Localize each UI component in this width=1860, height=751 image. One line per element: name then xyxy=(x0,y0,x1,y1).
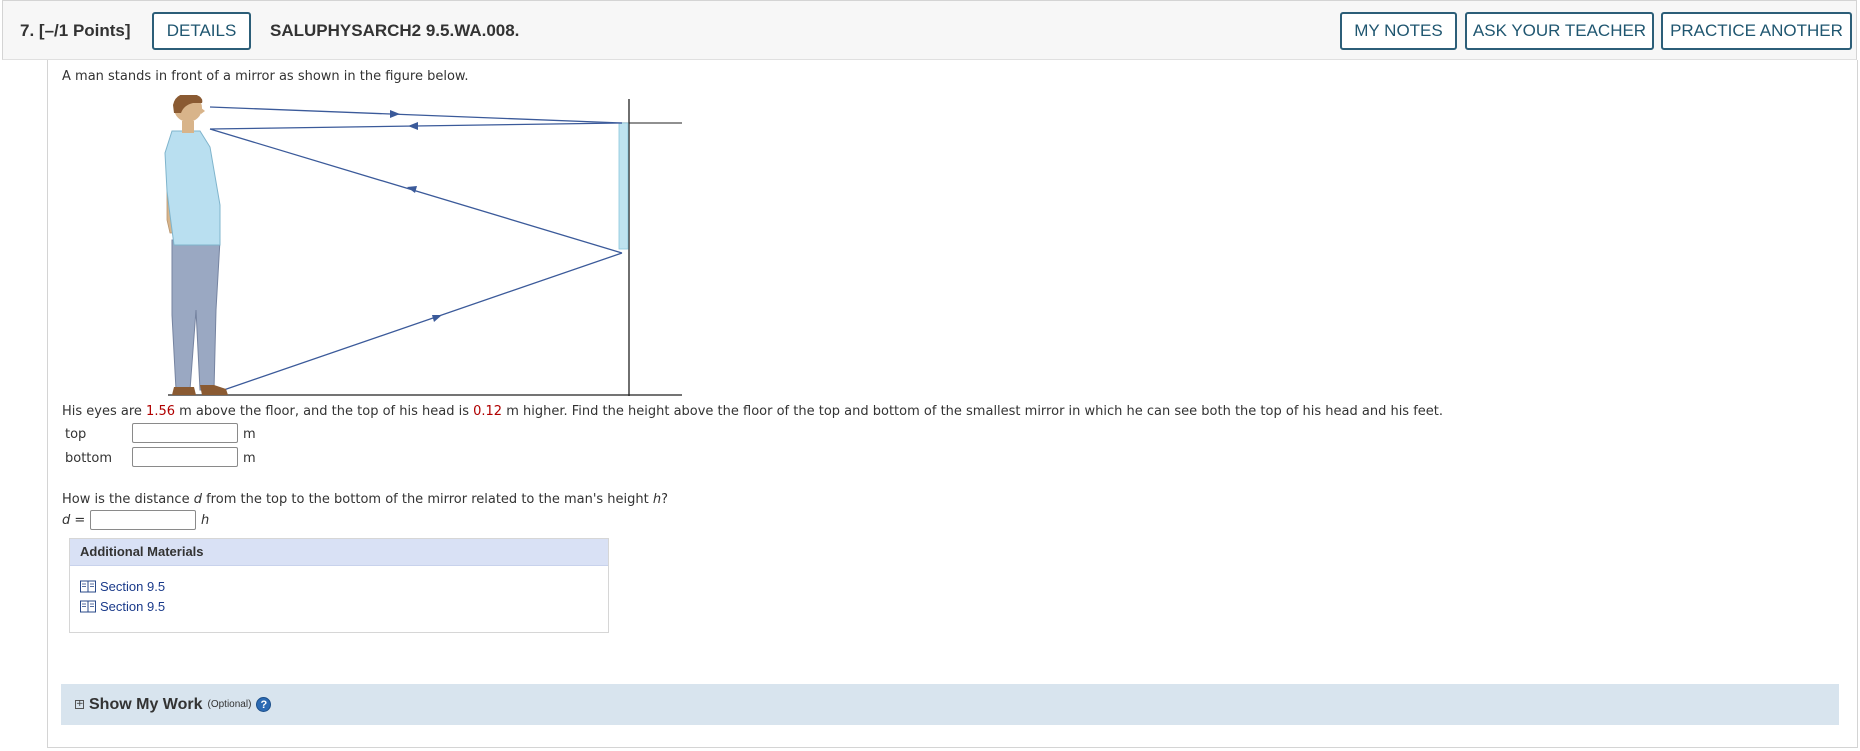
material-link-2-label[interactable]: Section 9.5 xyxy=(100,599,165,614)
details-button[interactable]: DETAILS xyxy=(152,12,251,50)
equals-sign: = xyxy=(70,513,86,528)
show-my-work-label[interactable]: Show My Work xyxy=(89,696,203,714)
additional-materials-panel: Additional Materials Section 9.5 Section… xyxy=(69,538,609,633)
d-equals-label: d = xyxy=(62,513,85,528)
material-link-1[interactable]: Section 9.5 xyxy=(80,579,165,594)
stem-part-1: His eyes are xyxy=(62,404,147,419)
d-unit: h xyxy=(201,513,210,528)
eye-height-value: 1.56 xyxy=(146,404,175,419)
material-link-2[interactable]: Section 9.5 xyxy=(80,599,165,614)
optional-label: (Optional) xyxy=(207,699,252,710)
q2-part-2: from the top to the bottom of the mirror… xyxy=(201,492,653,507)
points-label: [–/1 Points] xyxy=(38,21,131,40)
stem-part-3: m higher. Find the height above the floo… xyxy=(502,404,1444,419)
help-icon[interactable]: ? xyxy=(256,697,272,712)
stem-part-2: m above the floor, and the top of his he… xyxy=(175,404,474,419)
mirror-figure xyxy=(164,95,682,396)
question-stem: His eyes are 1.56 m above the floor, and… xyxy=(62,404,1443,419)
expand-plus-icon[interactable]: + xyxy=(75,700,84,709)
q2-part-3: ? xyxy=(661,492,669,507)
man-illustration xyxy=(164,95,228,395)
ray-arrowheads xyxy=(390,110,442,322)
mirror xyxy=(618,122,629,250)
book-icon xyxy=(80,580,96,593)
q2-h-symbol: h xyxy=(652,492,662,507)
top-label: top xyxy=(65,427,87,442)
problem-code: SALUPHYSARCH2 9.5.WA.008. xyxy=(270,21,520,40)
bottom-label: bottom xyxy=(65,451,113,466)
bottom-answer-input[interactable] xyxy=(132,447,238,467)
intro-text: A man stands in front of a mirror as sho… xyxy=(62,69,469,84)
top-answer-input[interactable] xyxy=(132,423,238,443)
light-rays xyxy=(209,106,623,395)
material-link-1-label[interactable]: Section 9.5 xyxy=(100,579,165,594)
question-number-points: 7. [–/1 Points] xyxy=(20,21,131,41)
book-icon xyxy=(80,600,96,613)
bottom-unit: m xyxy=(243,451,256,466)
d-answer-input[interactable] xyxy=(90,510,196,530)
question-2-text: How is the distance d from the top to th… xyxy=(62,492,668,507)
q2-d-symbol: d xyxy=(193,492,202,507)
ask-teacher-button[interactable]: ASK YOUR TEACHER xyxy=(1465,12,1654,50)
show-my-work-bar[interactable]: + Show My Work (Optional) ? xyxy=(61,684,1839,725)
top-unit: m xyxy=(243,427,256,442)
my-notes-button[interactable]: MY NOTES xyxy=(1340,12,1457,50)
question-number: 7. xyxy=(20,21,35,40)
additional-materials-title: Additional Materials xyxy=(70,539,608,566)
head-extra-value: 0.12 xyxy=(473,404,503,419)
question-header: 7. [–/1 Points] DETAILS SALUPHYSARCH2 9.… xyxy=(2,0,1857,60)
practice-another-button[interactable]: PRACTICE ANOTHER xyxy=(1661,12,1852,50)
q2-part-1: How is the distance xyxy=(62,492,194,507)
